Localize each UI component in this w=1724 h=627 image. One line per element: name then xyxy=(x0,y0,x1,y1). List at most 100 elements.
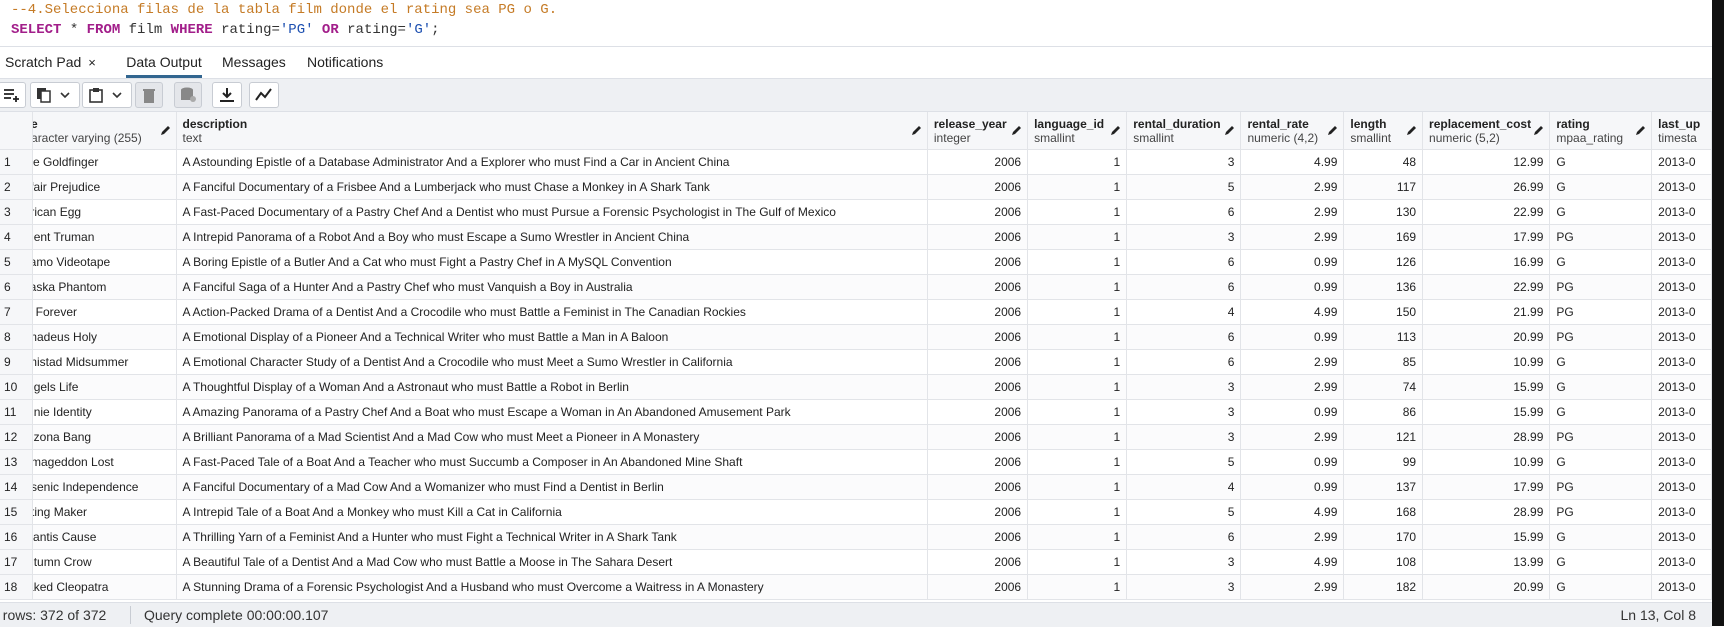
cell-description[interactable]: A Thrilling Yarn of a Feminist And a Hun… xyxy=(176,524,928,550)
cell-last-update[interactable]: 2013-0 xyxy=(1651,274,1712,300)
chevron-down-icon[interactable] xyxy=(112,91,122,99)
cell-rental-duration[interactable]: 4 xyxy=(1126,299,1242,325)
cell-replacement-cost[interactable]: 20.99 xyxy=(1422,574,1551,600)
cell-rating[interactable]: G xyxy=(1549,349,1653,375)
cell-language-id[interactable]: 1 xyxy=(1027,299,1128,325)
cell-last-update[interactable]: 2013-0 xyxy=(1651,549,1712,575)
cell-rental-duration[interactable]: 3 xyxy=(1126,374,1242,400)
cell-release-year[interactable]: 2006 xyxy=(927,249,1029,275)
cell-replacement-cost[interactable]: 12.99 xyxy=(1422,149,1551,175)
cell-release-year[interactable]: 2006 xyxy=(927,474,1029,500)
cell-last-update[interactable]: 2013-0 xyxy=(1651,199,1712,225)
cell-title[interactable]: utumn Crow xyxy=(32,549,177,575)
cell-rating[interactable]: G xyxy=(1549,449,1653,475)
column-header-release-year[interactable]: release_year integer xyxy=(927,112,1029,150)
cell-title[interactable]: rting Maker xyxy=(32,499,177,525)
cell-length[interactable]: 150 xyxy=(1343,299,1424,325)
cell-last-update[interactable]: 2013-0 xyxy=(1651,324,1712,350)
row-number[interactable]: 2 xyxy=(0,174,34,200)
row-number[interactable]: 8 xyxy=(0,324,34,350)
cell-replacement-cost[interactable]: 15.99 xyxy=(1422,399,1551,425)
row-number[interactable]: 5 xyxy=(0,249,34,275)
cell-rating[interactable]: PG xyxy=(1549,474,1653,500)
cell-rental-duration[interactable]: 5 xyxy=(1126,174,1242,200)
cell-rental-rate[interactable]: 2.99 xyxy=(1240,374,1345,400)
cell-length[interactable]: 182 xyxy=(1343,574,1424,600)
cell-title[interactable]: frican Egg xyxy=(32,199,177,225)
cell-length[interactable]: 130 xyxy=(1343,199,1424,225)
delete-button[interactable] xyxy=(135,82,163,108)
cell-language-id[interactable]: 1 xyxy=(1027,349,1128,375)
cell-rental-duration[interactable]: 6 xyxy=(1126,524,1242,550)
cell-title[interactable]: lamo Videotape xyxy=(32,249,177,275)
cell-rating[interactable]: G xyxy=(1549,549,1653,575)
cell-description[interactable]: A Emotional Display of a Pioneer And a T… xyxy=(176,324,928,350)
cell-replacement-cost[interactable]: 15.99 xyxy=(1422,524,1551,550)
cell-rental-rate[interactable]: 2.99 xyxy=(1240,224,1345,250)
cell-title[interactable]: rizona Bang xyxy=(32,424,177,450)
cell-description[interactable]: A Boring Epistle of a Butler And a Cat w… xyxy=(176,249,928,275)
cell-description[interactable]: A Fast-Paced Tale of a Boat And a Teache… xyxy=(176,449,928,475)
cell-rental-rate[interactable]: 0.99 xyxy=(1240,474,1345,500)
column-header-description[interactable]: description text xyxy=(176,112,928,150)
cell-rental-rate[interactable]: 0.99 xyxy=(1240,449,1345,475)
table-row[interactable]: 14 rsenic Independence A Fanciful Document… xyxy=(0,474,1712,500)
cell-title[interactable]: ffair Prejudice xyxy=(32,174,177,200)
save-data-button[interactable] xyxy=(174,82,202,108)
cell-rental-duration[interactable]: 6 xyxy=(1126,349,1242,375)
row-number[interactable]: 13 xyxy=(0,449,34,475)
cell-rating[interactable]: G xyxy=(1549,574,1653,600)
chevron-down-icon[interactable] xyxy=(60,91,70,99)
tab-notifications[interactable]: Notifications xyxy=(307,47,383,77)
paste-button[interactable] xyxy=(82,82,132,108)
pencil-icon[interactable] xyxy=(1327,125,1338,136)
cell-length[interactable]: 108 xyxy=(1343,549,1424,575)
cell-rating[interactable]: G xyxy=(1549,199,1653,225)
table-row[interactable]: 17 utumn Crow A Beautiful Tale of a Dentis… xyxy=(0,549,1712,575)
cell-replacement-cost[interactable]: 28.99 xyxy=(1422,424,1551,450)
cell-title[interactable]: ce Goldfinger xyxy=(32,149,177,175)
cell-replacement-cost[interactable]: 16.99 xyxy=(1422,249,1551,275)
cell-length[interactable]: 74 xyxy=(1343,374,1424,400)
cell-rental-rate[interactable]: 2.99 xyxy=(1240,349,1345,375)
row-number[interactable]: 18 xyxy=(0,574,34,600)
table-row[interactable]: 13 rmageddon Lost A Fast-Paced Tale of a B… xyxy=(0,449,1712,475)
table-row[interactable]: 16 tlantis Cause A Thrilling Yarn of a Fem… xyxy=(0,524,1712,550)
cell-rental-duration[interactable]: 6 xyxy=(1126,274,1242,300)
pencil-icon[interactable] xyxy=(1011,125,1022,136)
cell-release-year[interactable]: 2006 xyxy=(927,449,1029,475)
table-row[interactable]: 6 laska Phantom A Fanciful Saga of a Hunte… xyxy=(0,274,1712,300)
cell-length[interactable]: 86 xyxy=(1343,399,1424,425)
row-number[interactable]: 1 xyxy=(0,149,34,175)
cell-rental-rate[interactable]: 0.99 xyxy=(1240,274,1345,300)
table-row[interactable]: 9 mistad Midsummer A Emotional Character S… xyxy=(0,349,1712,375)
cell-replacement-cost[interactable]: 28.99 xyxy=(1422,499,1551,525)
cell-language-id[interactable]: 1 xyxy=(1027,399,1128,425)
cell-rental-duration[interactable]: 6 xyxy=(1126,324,1242,350)
column-header-rental-duration[interactable]: rental_duration smallint xyxy=(1126,112,1242,150)
cell-release-year[interactable]: 2006 xyxy=(927,499,1029,525)
cell-rental-rate[interactable]: 2.99 xyxy=(1240,574,1345,600)
cell-rental-rate[interactable]: 0.99 xyxy=(1240,399,1345,425)
cell-replacement-cost[interactable]: 21.99 xyxy=(1422,299,1551,325)
cell-rating[interactable]: PG xyxy=(1549,224,1653,250)
table-row[interactable]: 15 rting Maker A Intrepid Tale of a Boat A… xyxy=(0,499,1712,525)
cell-rating[interactable]: PG xyxy=(1549,424,1653,450)
cell-title[interactable]: gent Truman xyxy=(32,224,177,250)
cell-replacement-cost[interactable]: 17.99 xyxy=(1422,474,1551,500)
cell-release-year[interactable]: 2006 xyxy=(927,399,1029,425)
cell-title[interactable]: ll Forever xyxy=(32,299,177,325)
cell-replacement-cost[interactable]: 22.99 xyxy=(1422,274,1551,300)
cell-title[interactable]: mistad Midsummer xyxy=(32,349,177,375)
cell-length[interactable]: 99 xyxy=(1343,449,1424,475)
cell-description[interactable]: A Fanciful Documentary of a Frisbee And … xyxy=(176,174,928,200)
cell-rating[interactable]: G xyxy=(1549,149,1653,175)
tab-scratch-pad[interactable]: Scratch Pad × xyxy=(5,47,96,77)
pencil-icon[interactable] xyxy=(160,125,171,136)
row-number[interactable]: 7 xyxy=(0,299,34,325)
cell-rental-duration[interactable]: 3 xyxy=(1126,149,1242,175)
table-row[interactable]: 8 madeus Holy A Emotional Display of a Pio… xyxy=(0,324,1712,350)
copy-button[interactable] xyxy=(30,82,80,108)
cell-last-update[interactable]: 2013-0 xyxy=(1651,424,1712,450)
cell-replacement-cost[interactable]: 15.99 xyxy=(1422,374,1551,400)
